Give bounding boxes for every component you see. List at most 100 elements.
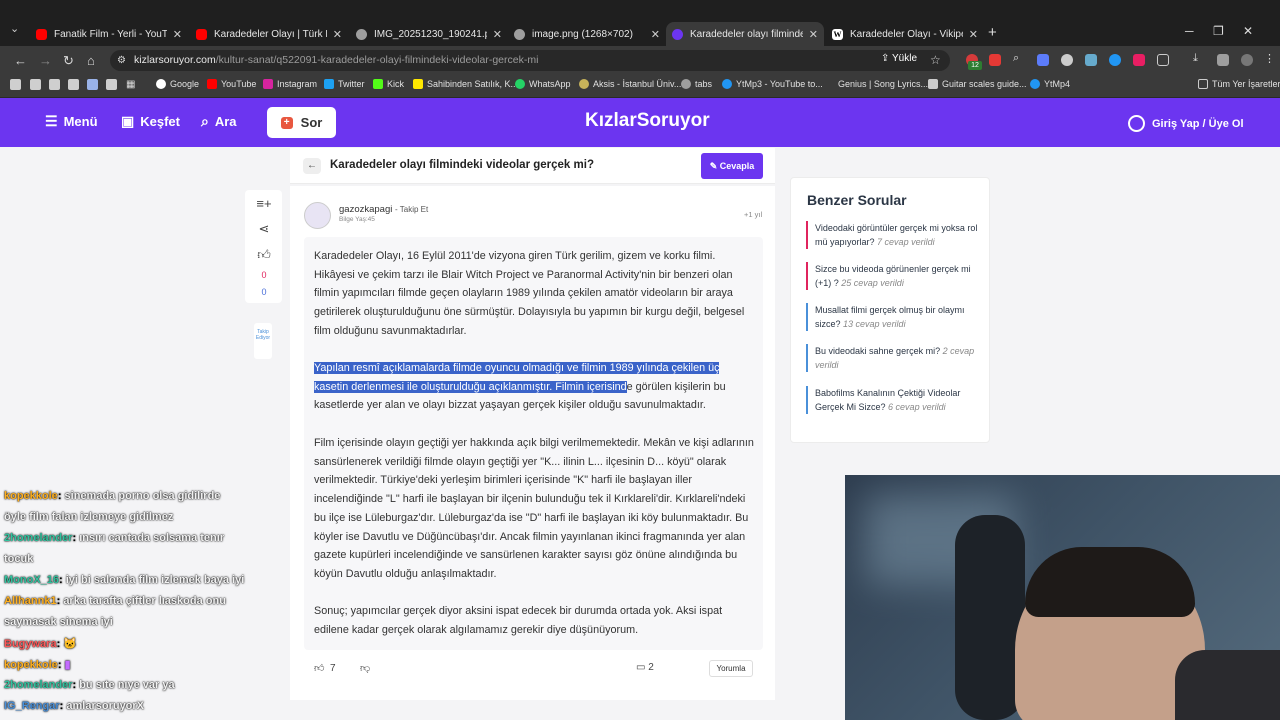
plus-icon: + <box>280 116 293 129</box>
back-icon[interactable]: ← <box>14 53 27 68</box>
bookmark-ytmp3[interactable]: YtMp3 - YouTube to... <box>722 79 823 89</box>
answer-like[interactable]: 👍︎ 7 <box>314 662 336 674</box>
browser-tab[interactable]: Karadedeler Olayı | Türk Korku ✕ <box>190 22 348 46</box>
download-icon[interactable]: ⤓ <box>1193 52 1205 64</box>
nav-label: Menü <box>63 114 98 129</box>
back-arrow-icon[interactable]: ← <box>303 158 321 174</box>
extension-icon[interactable] <box>1085 54 1097 66</box>
bookmark-icon[interactable] <box>30 79 41 90</box>
thumbs-down-icon[interactable]: 👎︎ <box>360 662 370 674</box>
upload-button[interactable]: ⇪ Yükle <box>881 53 917 64</box>
bookmark-guitar[interactable]: Guitar scales guide... <box>928 79 1027 89</box>
answer-comments[interactable]: ▭ 2 <box>636 662 654 673</box>
close-tab-icon[interactable]: ✕ <box>173 28 182 41</box>
chat-user: 2homelander <box>4 679 73 691</box>
shield-icon[interactable] <box>1061 54 1073 66</box>
site-logo[interactable]: KızlarSoruyor <box>585 110 710 132</box>
chat-line: MonoX_16: iyi bi salonda film izlemek ba… <box>4 574 245 586</box>
extension-icon[interactable] <box>1109 54 1121 66</box>
extension-icon[interactable] <box>1133 54 1145 66</box>
browser-tab[interactable]: IMG_20251230_190241.png (10 ✕ <box>350 22 508 46</box>
search-icon[interactable]: ⌕ <box>1013 52 1025 64</box>
bookmark-aksis[interactable]: Aksis - İstanbul Üniv... <box>579 79 681 89</box>
bookmark-star-icon[interactable]: ☆ <box>930 53 941 67</box>
minimize-icon[interactable]: ─ <box>1185 24 1194 38</box>
similar-question[interactable]: Sizce bu videoda görünenler gerçek mi (+… <box>806 262 978 290</box>
site-info-icon[interactable]: ⚙ <box>117 55 126 66</box>
home-icon[interactable]: ⌂ <box>87 53 95 68</box>
nav-menu[interactable]: ☰ Menü <box>45 113 98 130</box>
bookmark-ytmp4[interactable]: YtMp4 <box>1030 79 1070 89</box>
follow-button[interactable]: - Takip Et <box>395 205 428 214</box>
answer-button[interactable]: ✎ Cevapla <box>701 153 763 179</box>
emote-icon: ▮ <box>64 659 71 671</box>
comment-button[interactable]: Yorumla <box>709 660 753 677</box>
profile-avatar[interactable] <box>1241 54 1253 66</box>
puzzle-icon[interactable] <box>1157 54 1169 66</box>
browser-tab[interactable]: Fanatik Film - Yerli - YouTube ✕ <box>30 22 188 46</box>
close-tab-icon[interactable]: ✕ <box>651 28 660 41</box>
nav-search[interactable]: ⌕ Ara <box>201 113 237 130</box>
similar-question[interactable]: Videodaki görüntüler gerçek mi yoksa rol… <box>806 221 978 249</box>
bookmark-tabs[interactable]: tabs <box>681 79 712 89</box>
chat-line: kopekkole: sinemada porno olsa gidilirde <box>4 490 221 502</box>
bookmark-google[interactable]: Google <box>156 79 199 89</box>
nav-explore[interactable]: ▣ Keşfet <box>121 113 180 130</box>
ask-button[interactable]: + Sor <box>267 107 336 138</box>
avatar[interactable] <box>304 202 331 229</box>
bookmark-icon[interactable] <box>68 79 79 90</box>
chat-line: 2homelander: bu sıte nıye var ya <box>4 679 175 691</box>
thumbs-up-icon[interactable]: 👍︎ <box>257 247 271 263</box>
bookmark-icon[interactable] <box>49 79 60 90</box>
bookmark-icon[interactable] <box>87 79 98 90</box>
restore-icon[interactable]: ❐ <box>1213 24 1224 38</box>
chat-line: Bugywara: 🐱 <box>4 638 78 650</box>
bookmark-label: Aksis - İstanbul Üniv... <box>593 79 682 89</box>
extension-icon[interactable] <box>1037 54 1049 66</box>
similar-question[interactable]: Babofilms Kanalının Çektiği Videolar Ger… <box>806 386 978 414</box>
close-tab-icon[interactable]: ✕ <box>493 28 502 41</box>
add-to-list-icon[interactable]: ≡+ <box>256 196 271 211</box>
bookmark-instagram[interactable]: Instagram <box>263 79 317 89</box>
close-tab-icon[interactable]: ✕ <box>809 28 818 41</box>
upload-icon: ⇪ <box>881 53 892 64</box>
username[interactable]: gazozkapagi <box>339 204 392 215</box>
menu-dots-icon[interactable]: ⋮ <box>1264 52 1276 65</box>
similar-question[interactable]: Bu videodaki sahne gerçek mi? 2 cevap ve… <box>806 344 978 372</box>
bookmark-icon[interactable] <box>106 79 117 90</box>
ytmp4-icon <box>1030 79 1040 89</box>
browser-tab[interactable]: image.png (1268×702) ✕ <box>508 22 666 46</box>
cat-emote-icon: 🐱 <box>63 638 78 650</box>
answer-paragraph: Film içerisinde olayın geçtiği yer hakkı… <box>314 437 754 580</box>
browser-tab[interactable]: W Karadedeler Olayı - Vikipedi ✕ <box>826 22 984 46</box>
extension-icon[interactable] <box>989 54 1001 66</box>
tab-search-chevron-icon[interactable]: ⌄ <box>10 22 19 35</box>
new-tab-icon[interactable]: + <box>988 24 997 41</box>
wikipedia-icon: W <box>832 28 843 40</box>
reload-icon[interactable]: ↻ <box>63 53 74 69</box>
forward-icon[interactable]: → <box>39 53 52 68</box>
url-text[interactable]: kizlarsoruyor.com/kultur-sanat/q522091-k… <box>134 54 538 66</box>
follow-tag[interactable]: Takip Ediyor <box>254 323 272 359</box>
youtube-icon <box>207 79 217 89</box>
bookmark-sahibinden[interactable]: Sahibinden Satılık, K... <box>413 79 518 89</box>
close-tab-icon[interactable]: ✕ <box>969 28 978 41</box>
share-icon[interactable]: ⋖ <box>259 221 270 237</box>
bookmark-youtube[interactable]: YouTube <box>207 79 256 89</box>
close-tab-icon[interactable]: ✕ <box>333 28 342 41</box>
webcam-overlay <box>845 475 1280 720</box>
extension-icon[interactable] <box>1217 54 1229 66</box>
bookmark-whatsapp[interactable]: WhatsApp <box>515 79 571 89</box>
browser-tab-active[interactable]: Karadedeler olayı filmindeki vid ✕ <box>666 22 824 46</box>
close-window-icon[interactable]: ✕ <box>1243 24 1253 38</box>
apps-grid-icon[interactable]: ▦ <box>126 79 137 90</box>
chat-user: MonoX_16 <box>4 574 60 586</box>
bookmark-twitter[interactable]: Twitter <box>324 79 365 89</box>
similar-question[interactable]: Musallat filmi gerçek olmuş bir olaymı s… <box>806 303 978 331</box>
bookmark-genius[interactable]: Genius | Song Lyrics... <box>838 79 928 89</box>
bookmark-icon[interactable] <box>10 79 21 90</box>
bookmark-kick[interactable]: Kick <box>373 79 404 89</box>
all-bookmarks[interactable]: Tüm Yer İşaretleri <box>1198 79 1280 89</box>
answer-paragraph: Yapılan resmî açıklamalarda filmde oyunc… <box>314 359 756 415</box>
login-link[interactable]: Giriş Yap / Üye Ol <box>1128 115 1244 132</box>
